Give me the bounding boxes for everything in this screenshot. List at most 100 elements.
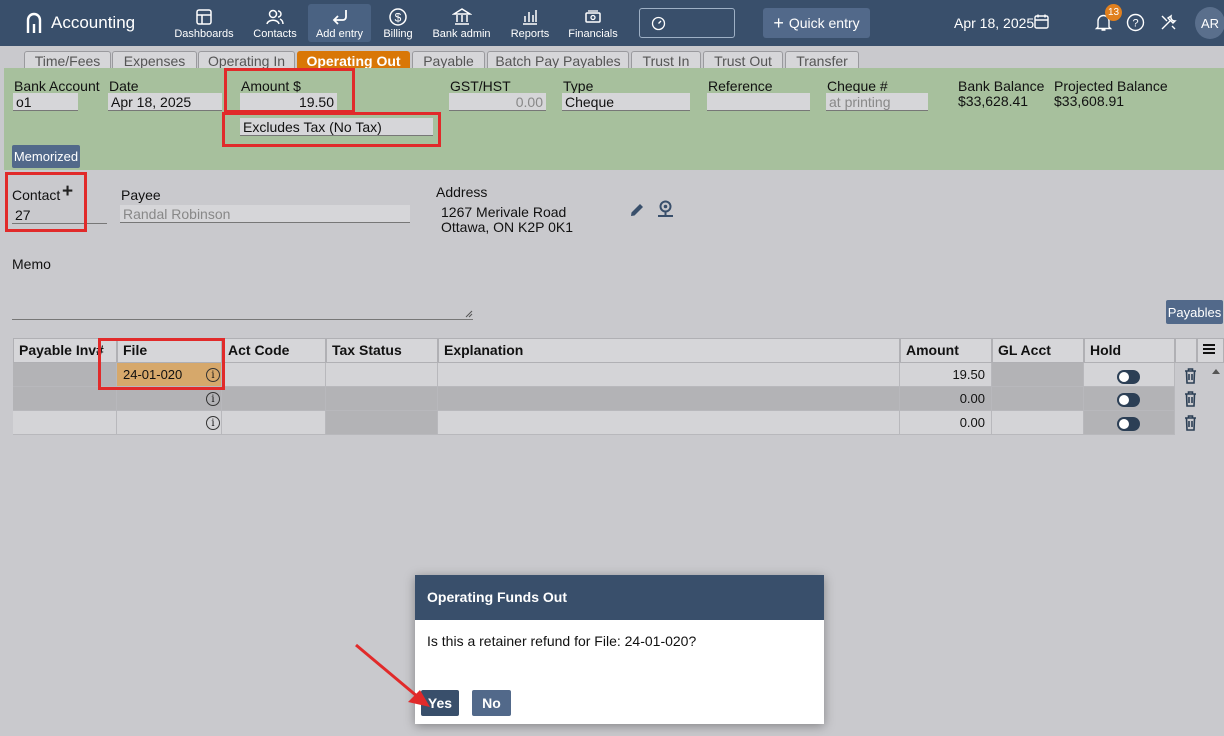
hold-toggle[interactable] xyxy=(1117,370,1140,384)
explanation-cell[interactable] xyxy=(438,363,900,387)
calendar-icon[interactable] xyxy=(1033,13,1050,30)
info-icon[interactable]: i xyxy=(206,416,220,430)
nav-label: Billing xyxy=(383,28,413,40)
amount-cell[interactable]: 0.00 xyxy=(900,411,992,435)
hold-toggle[interactable] xyxy=(1117,417,1140,431)
annotation-arrow-icon xyxy=(355,643,430,707)
svg-text:$: $ xyxy=(395,11,402,25)
hamburger-icon xyxy=(1203,344,1215,354)
memo-field[interactable] xyxy=(12,287,473,320)
quick-entry-button[interactable]: + Quick entry xyxy=(763,8,870,38)
map-pin-icon[interactable] xyxy=(655,199,676,221)
nav-dashboards[interactable]: Dashboards xyxy=(173,4,235,42)
amount-value: 19.50 xyxy=(952,367,985,382)
trash-icon[interactable] xyxy=(1184,415,1197,431)
tools-icon[interactable] xyxy=(1159,13,1178,32)
confirm-dialog: Operating Funds Out Is this a retainer r… xyxy=(415,575,824,724)
col-hold[interactable]: Hold xyxy=(1084,338,1175,363)
col-tax-status[interactable]: Tax Status xyxy=(326,338,438,363)
column-menu-icon[interactable] xyxy=(1197,338,1224,363)
help-icon[interactable]: ? xyxy=(1126,13,1145,32)
dashboard-icon xyxy=(196,9,212,25)
type-select[interactable]: Cheque xyxy=(562,93,690,111)
contact-highlight xyxy=(5,172,87,232)
hold-toggle[interactable] xyxy=(1117,393,1140,407)
tab-operating-out[interactable]: Operating Out xyxy=(297,51,410,69)
tax-status-cell[interactable] xyxy=(326,387,438,411)
date-field[interactable]: Apr 18, 2025 xyxy=(108,93,222,111)
reports-icon xyxy=(523,10,537,25)
scroll-up-arrow-icon[interactable] xyxy=(1211,367,1221,375)
table-row[interactable]: i 0.00 xyxy=(13,411,1209,435)
gl-acct-cell[interactable] xyxy=(992,411,1084,435)
payable-inv-cell[interactable] xyxy=(13,411,117,435)
memorized-button[interactable]: Memorized xyxy=(12,145,80,168)
nav-billing[interactable]: $ Billing xyxy=(380,4,416,42)
no-button[interactable]: No xyxy=(472,690,511,716)
payee-label: Payee xyxy=(121,187,161,203)
act-code-cell[interactable] xyxy=(222,387,326,411)
tab-time-fees[interactable]: Time/Fees xyxy=(24,51,111,69)
payables-button[interactable]: Payables xyxy=(1166,300,1223,324)
tab-operating-in[interactable]: Operating In xyxy=(198,51,295,69)
amount-value: 0.00 xyxy=(959,415,985,430)
col-amount[interactable]: Amount xyxy=(900,338,992,363)
col-label: Hold xyxy=(1090,342,1122,358)
tab-transfer[interactable]: Transfer xyxy=(785,51,859,69)
timer-widget[interactable] xyxy=(639,8,735,38)
reference-field[interactable] xyxy=(707,93,810,111)
gst-field: 0.00 xyxy=(449,93,546,111)
tab-trust-out[interactable]: Trust Out xyxy=(703,51,783,69)
nav-label: Contacts xyxy=(253,28,297,40)
top-nav-bar: Accounting Dashboards Contacts Add entry… xyxy=(0,0,1224,46)
address-line2: Ottawa, ON K2P 0K1 xyxy=(441,219,574,235)
svg-text:?: ? xyxy=(1132,18,1138,30)
tab-payable[interactable]: Payable xyxy=(412,51,485,69)
bank-balance-label: Bank Balance xyxy=(958,78,1045,94)
nav-label: Bank admin xyxy=(432,28,491,40)
app-title: Accounting xyxy=(51,13,136,32)
gl-acct-cell[interactable] xyxy=(992,363,1084,387)
tax-status-cell[interactable] xyxy=(326,411,438,435)
user-avatar[interactable]: AR xyxy=(1195,7,1224,39)
edit-pencil-icon[interactable] xyxy=(628,201,646,219)
tab-expenses[interactable]: Expenses xyxy=(112,51,197,69)
trash-icon[interactable] xyxy=(1184,391,1197,407)
explanation-cell[interactable] xyxy=(438,387,900,411)
financials-icon xyxy=(585,10,601,23)
tax-highlight xyxy=(222,112,441,147)
col-explanation[interactable]: Explanation xyxy=(438,338,900,363)
trash-icon[interactable] xyxy=(1184,368,1197,384)
amount-cell[interactable]: 0.00 xyxy=(900,387,992,411)
plus-icon: + xyxy=(773,13,784,33)
type-label: Type xyxy=(563,78,594,94)
bank-account-field[interactable]: o1 xyxy=(13,93,78,111)
explanation-cell[interactable] xyxy=(438,411,900,435)
col-gl-acct[interactable]: GL Acct xyxy=(992,338,1084,363)
nav-label: Reports xyxy=(510,28,550,40)
col-label: Amount xyxy=(906,342,959,358)
col-act-code[interactable]: Act Code xyxy=(222,338,326,363)
act-code-cell[interactable] xyxy=(222,363,326,387)
entry-tabs: Time/Fees Expenses Operating In Operatin… xyxy=(0,46,1224,69)
nav-contacts[interactable]: Contacts xyxy=(251,4,299,42)
act-code-cell[interactable] xyxy=(222,411,326,435)
table-row[interactable]: i 0.00 xyxy=(13,387,1209,411)
tab-trust-in[interactable]: Trust In xyxy=(631,51,701,69)
col-label: Act Code xyxy=(228,342,290,358)
tax-status-cell[interactable] xyxy=(326,363,438,387)
col-label: Payable Inv# xyxy=(19,342,104,358)
gl-acct-cell[interactable] xyxy=(992,387,1084,411)
nav-reports[interactable]: Reports xyxy=(508,4,552,42)
info-icon[interactable]: i xyxy=(206,392,220,406)
nav-add-entry[interactable]: Add entry xyxy=(308,4,371,42)
resize-handle-icon[interactable] xyxy=(465,310,473,318)
tab-batch-pay-payables[interactable]: Batch Pay Payables xyxy=(487,51,629,69)
amount-cell[interactable]: 19.50 xyxy=(900,363,992,387)
notification-count-badge: 13 xyxy=(1105,4,1122,21)
nav-financials[interactable]: Financials xyxy=(567,4,619,42)
payable-inv-cell[interactable] xyxy=(13,387,117,411)
nav-bank-admin[interactable]: Bank admin xyxy=(430,4,493,42)
amount-value: 0.00 xyxy=(959,391,985,406)
dialog-message: Is this a retainer refund for File: 24-0… xyxy=(427,633,697,649)
